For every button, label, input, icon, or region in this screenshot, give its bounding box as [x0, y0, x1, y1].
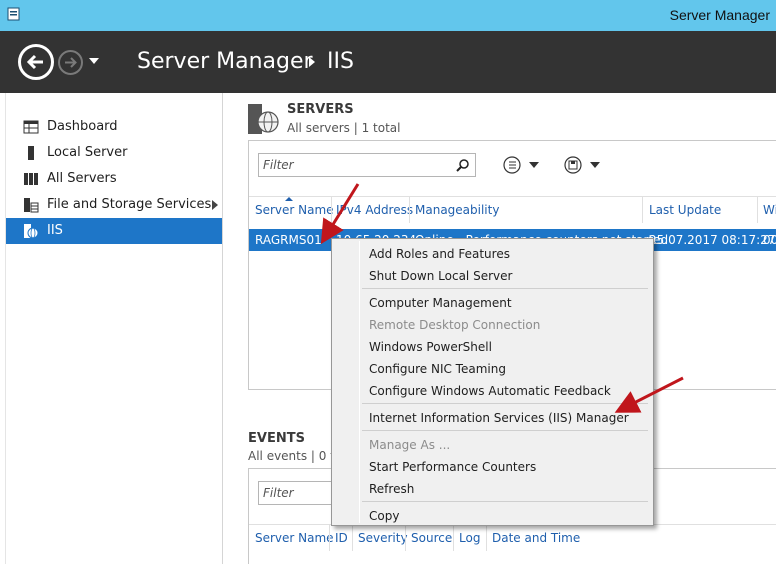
column-id[interactable]: ID	[335, 531, 348, 545]
breadcrumb-current: IIS	[327, 49, 354, 74]
header-bar: Server Manager IIS	[0, 31, 776, 93]
menu-item-automatic-feedback[interactable]: Configure Windows Automatic Feedback	[369, 384, 611, 398]
servers-filter-input[interactable]: Filter	[258, 153, 476, 177]
column-log[interactable]: Log	[459, 531, 480, 545]
column-divider	[329, 525, 330, 551]
column-date-time[interactable]: Date and Time	[492, 531, 580, 545]
column-ipv4[interactable]: IPv4 Address	[336, 203, 413, 217]
search-icon[interactable]	[456, 158, 470, 172]
column-source[interactable]: Source	[411, 531, 452, 545]
menu-item-remote-desktop: Remote Desktop Connection	[369, 318, 541, 332]
sidebar-item-iis[interactable]: IIS	[6, 218, 222, 244]
menu-item-powershell[interactable]: Windows PowerShell	[369, 340, 492, 354]
servers-heading: SERVERS	[287, 102, 354, 117]
column-divider	[453, 525, 454, 551]
list-options-button[interactable]	[503, 156, 539, 174]
column-manageability[interactable]: Manageability	[415, 203, 499, 217]
arrow-left-icon	[26, 54, 43, 70]
forward-button[interactable]	[58, 50, 83, 75]
sidebar-item-label: IIS	[47, 223, 63, 238]
menu-item-iis-manager[interactable]: Internet Information Services (IIS) Mana…	[369, 411, 629, 425]
history-dropdown-icon[interactable]	[89, 57, 99, 65]
sidebar-item-label: Local Server	[47, 145, 128, 160]
events-column-headers: Server Name ID Severity Source Log Date …	[249, 524, 776, 551]
menu-item-start-perf-counters[interactable]: Start Performance Counters	[369, 460, 536, 474]
menu-gutter	[359, 241, 360, 523]
column-server-name[interactable]: Server Name	[255, 531, 334, 545]
server-manager-app-icon[interactable]	[6, 6, 22, 22]
sidebar-item-label: All Servers	[47, 171, 117, 186]
menu-separator	[362, 430, 648, 431]
server-icon	[28, 146, 34, 160]
servers-icon	[24, 173, 38, 185]
column-divider	[352, 525, 353, 551]
column-divider	[331, 197, 332, 223]
sidebar-item-file-storage[interactable]: File and Storage Services	[6, 192, 222, 218]
column-divider	[757, 197, 758, 223]
servers-column-headers: Server Name IPv4 Address Manageability L…	[249, 196, 776, 223]
dashboard-icon	[23, 120, 39, 134]
storage-icon	[24, 198, 39, 213]
menu-item-shut-down[interactable]: Shut Down Local Server	[369, 269, 512, 283]
column-server-name[interactable]: Server Name	[255, 203, 334, 217]
menu-separator	[362, 501, 648, 502]
sidebar: Dashboard Local Server All Servers File …	[6, 93, 223, 564]
iis-icon	[24, 224, 39, 239]
menu-item-refresh[interactable]: Refresh	[369, 482, 414, 496]
menu-item-manage-as: Manage As ...	[369, 438, 451, 452]
breadcrumb-root[interactable]: Server Manager	[137, 49, 313, 74]
title-bar: Server Manager	[0, 0, 776, 31]
column-divider	[405, 525, 406, 551]
menu-item-copy[interactable]: Copy	[369, 509, 399, 523]
column-divider	[642, 197, 643, 223]
menu-separator	[362, 288, 648, 289]
servers-globe-icon	[248, 104, 279, 134]
server-context-menu: Add Roles and Features Shut Down Local S…	[331, 238, 654, 526]
filter-placeholder: Filter	[263, 158, 294, 172]
sidebar-item-label: Dashboard	[47, 119, 118, 134]
breadcrumb-separator-icon	[309, 57, 315, 67]
cell-windows-activation: 00	[763, 233, 776, 247]
filter-placeholder: Filter	[263, 486, 294, 500]
save-query-button[interactable]	[564, 156, 600, 174]
column-last-update[interactable]: Last Update	[649, 203, 721, 217]
menu-item-add-roles[interactable]: Add Roles and Features	[369, 247, 510, 261]
cell-last-update: 25.07.2017 08:17:27	[649, 233, 776, 247]
chevron-right-icon[interactable]	[212, 200, 218, 210]
menu-item-computer-management[interactable]: Computer Management	[369, 296, 512, 310]
back-button[interactable]	[18, 44, 54, 80]
sidebar-item-all-servers[interactable]: All Servers	[6, 166, 222, 192]
menu-item-nic-teaming[interactable]: Configure NIC Teaming	[369, 362, 506, 376]
sidebar-item-local-server[interactable]: Local Server	[6, 140, 222, 166]
events-heading: EVENTS	[248, 431, 305, 446]
column-severity[interactable]: Severity	[358, 531, 408, 545]
column-windows-activation[interactable]: Wi	[763, 203, 776, 217]
column-divider	[486, 525, 487, 551]
servers-count: All servers | 1 total	[287, 121, 401, 135]
sidebar-item-label: File and Storage Services	[47, 197, 212, 212]
cell-server-name: RAGRMS01	[255, 233, 322, 247]
menu-separator	[362, 403, 648, 404]
window-title: Server Manager	[669, 7, 770, 23]
sidebar-item-dashboard[interactable]: Dashboard	[6, 114, 222, 140]
column-divider	[409, 197, 410, 223]
arrow-right-icon	[65, 57, 77, 68]
